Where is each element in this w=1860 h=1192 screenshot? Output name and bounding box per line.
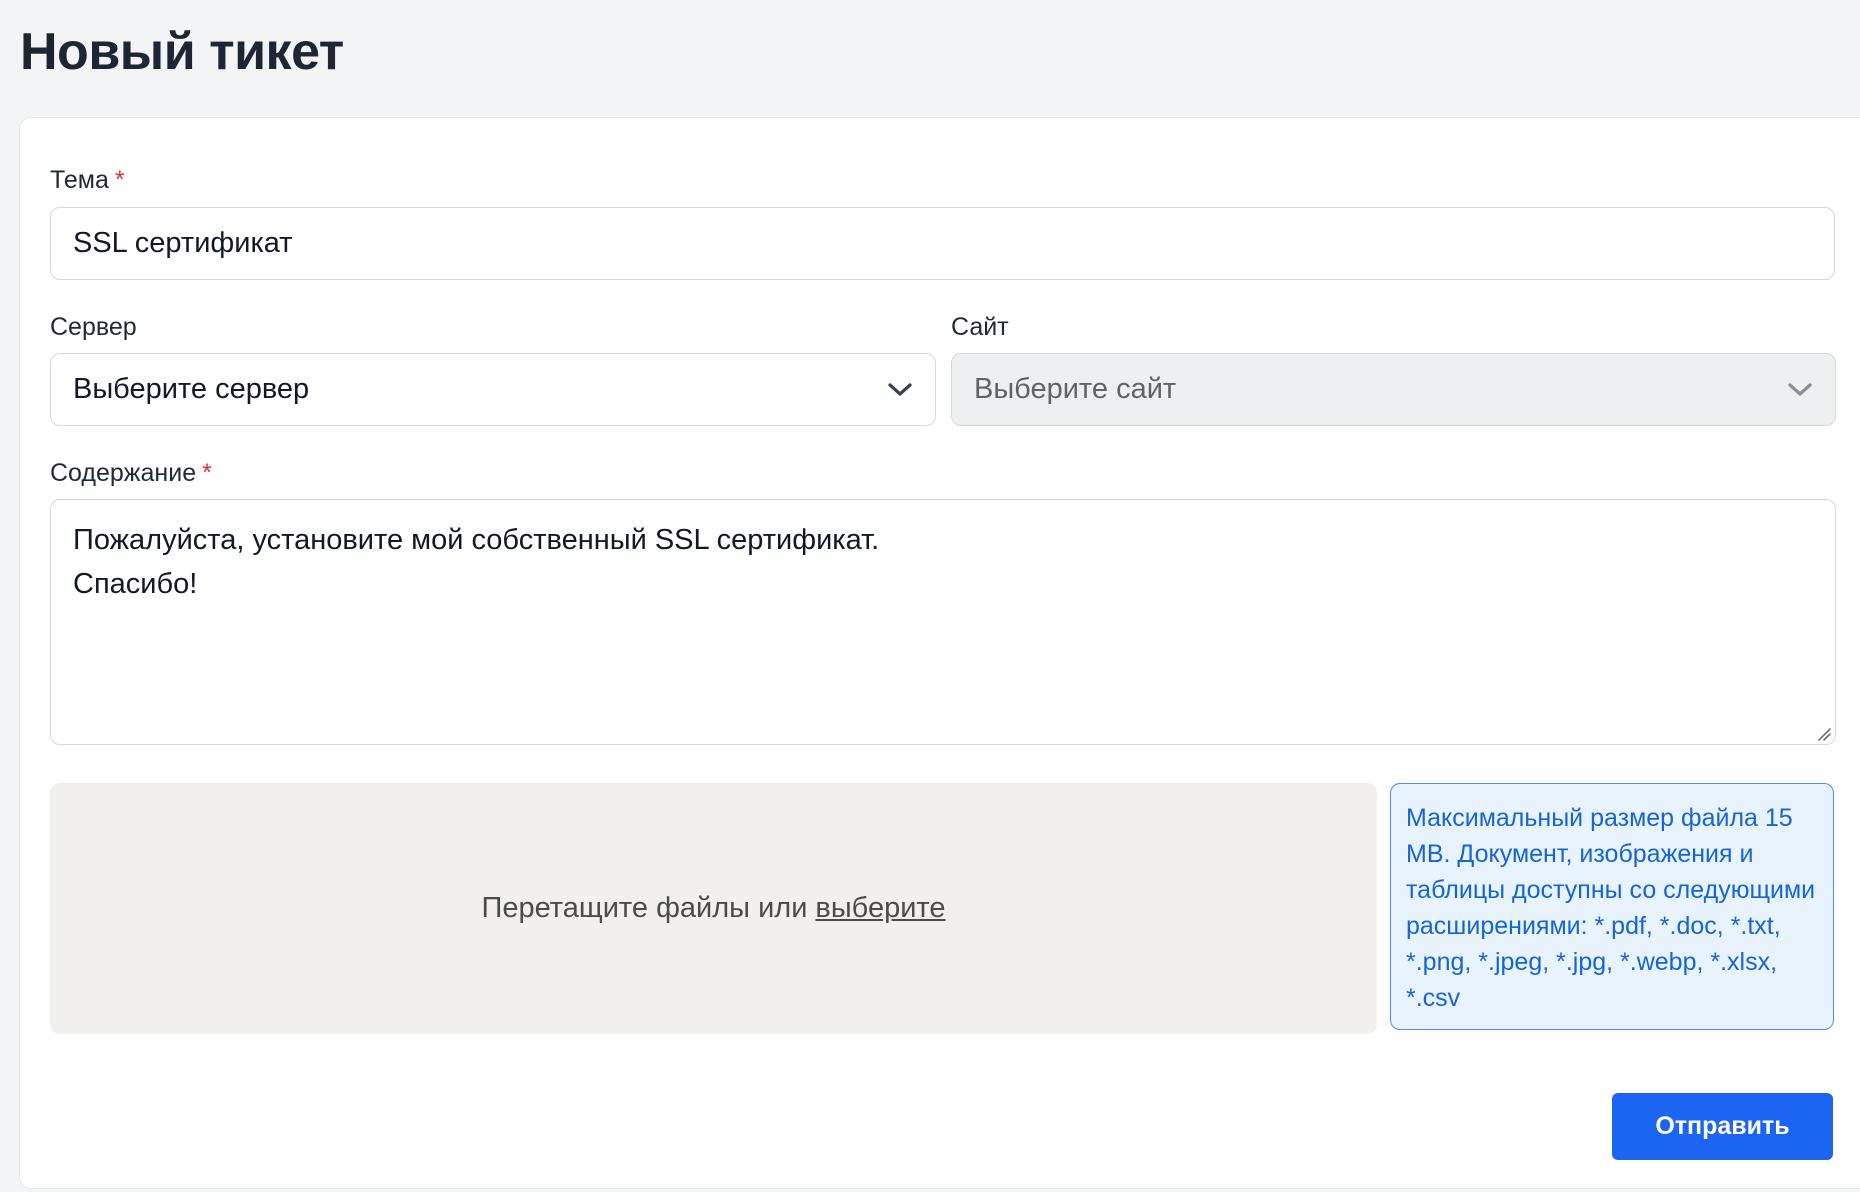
upload-info-box: Максимальный размер файла 15 MB. Докумен…	[1390, 783, 1834, 1030]
server-select-value: Выберите сервер	[73, 373, 310, 405]
file-dropzone[interactable]: Перетащите файлы или выберите	[50, 783, 1377, 1034]
site-label: Сайт	[951, 313, 1009, 341]
chevron-down-icon	[888, 382, 912, 396]
page-title: Новый тикет	[20, 23, 344, 81]
dropzone-prompt: Перетащите файлы или	[481, 892, 808, 924]
site-select[interactable]: Выберите сайт	[951, 353, 1836, 426]
subject-label-text: Тема	[50, 166, 109, 194]
site-select-value: Выберите сайт	[974, 373, 1177, 405]
content-textarea[interactable]	[50, 499, 1836, 745]
resize-grip-icon[interactable]	[1815, 725, 1831, 741]
content-label: Содержание *	[50, 459, 212, 488]
required-mark: *	[114, 166, 125, 194]
server-label: Сервер	[50, 313, 137, 341]
server-select[interactable]: Выберите сервер	[50, 353, 936, 426]
content-label-text: Содержание	[50, 459, 197, 487]
subject-label: Тема *	[50, 166, 125, 195]
chevron-down-icon	[1788, 382, 1812, 396]
choose-files-link[interactable]: выберите	[815, 892, 945, 925]
subject-input[interactable]	[50, 207, 1835, 280]
required-mark: *	[202, 459, 212, 487]
submit-button[interactable]: Отправить	[1612, 1093, 1833, 1160]
